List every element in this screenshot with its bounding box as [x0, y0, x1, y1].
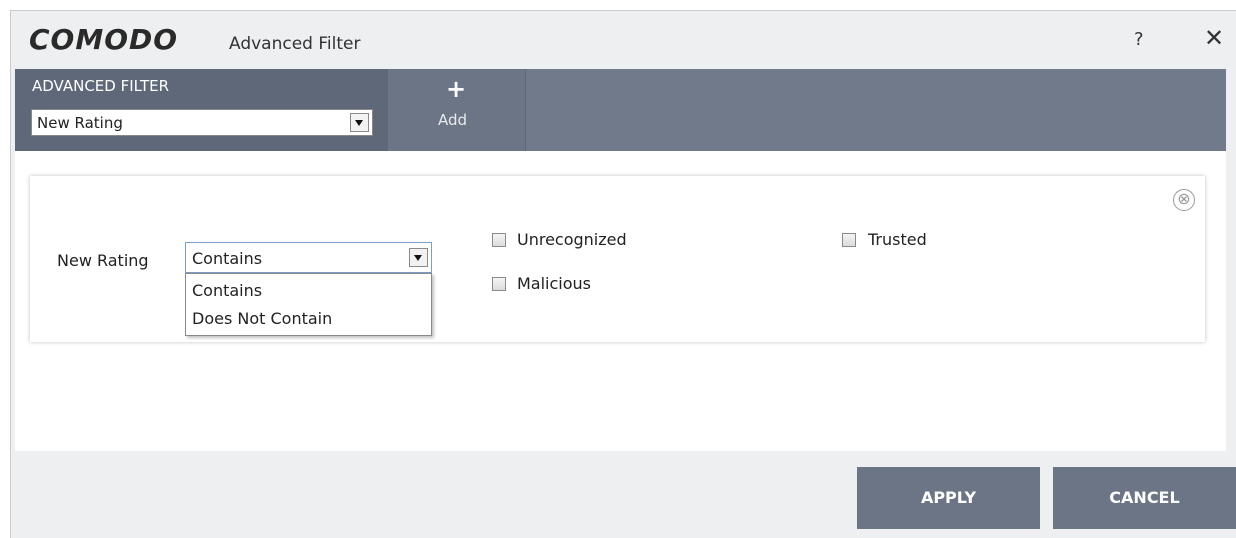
filter-rule-card: ⊗ New Rating Contains Contains Does Not …	[30, 176, 1205, 342]
checkbox-unrecognized-label: Unrecognized	[517, 230, 627, 249]
plus-icon: +	[446, 75, 467, 103]
filter-toolbar: ADVANCED FILTER New Rating + Add	[15, 69, 1226, 151]
condition-select[interactable]: Contains	[185, 242, 432, 273]
comodo-logo: COMODO	[29, 23, 179, 56]
chevron-down-icon	[355, 120, 363, 126]
option-contains[interactable]: Contains	[192, 281, 262, 300]
filter-type-value: New Rating	[37, 114, 123, 132]
filter-type-select[interactable]: New Rating	[31, 109, 373, 136]
add-filter-button[interactable]: + Add	[388, 69, 526, 151]
add-label: Add	[438, 111, 468, 129]
checkbox-trusted[interactable]	[842, 233, 856, 247]
checkbox-malicious[interactable]	[492, 277, 506, 291]
apply-button[interactable]: APPLY	[857, 467, 1040, 529]
dropdown-button[interactable]	[350, 113, 369, 132]
checkbox-malicious-label: Malicious	[517, 274, 592, 293]
filter-selector-panel: ADVANCED FILTER New Rating	[15, 69, 388, 151]
cancel-button[interactable]: CANCEL	[1053, 467, 1236, 529]
window-title: Advanced Filter	[229, 34, 361, 54]
title-bar: COMODO Advanced Filter ? ✕	[11, 11, 1236, 71]
condition-dropdown-list: Contains Does Not Contain	[185, 273, 432, 336]
close-icon[interactable]: ✕	[1204, 24, 1224, 52]
advanced-filter-label: ADVANCED FILTER	[32, 77, 170, 95]
condition-value: Contains	[192, 249, 263, 268]
rule-label: New Rating	[57, 251, 149, 270]
checkbox-trusted-label: Trusted	[868, 230, 927, 249]
remove-rule-icon[interactable]: ⊗	[1173, 189, 1195, 211]
filter-content-area: ⊗ New Rating Contains Contains Does Not …	[15, 151, 1226, 451]
help-icon[interactable]: ?	[1134, 29, 1144, 50]
chevron-down-icon	[414, 255, 422, 261]
checkbox-unrecognized[interactable]	[492, 233, 506, 247]
option-does-not-contain[interactable]: Does Not Contain	[192, 309, 332, 328]
condition-dropdown-button[interactable]	[409, 248, 428, 267]
